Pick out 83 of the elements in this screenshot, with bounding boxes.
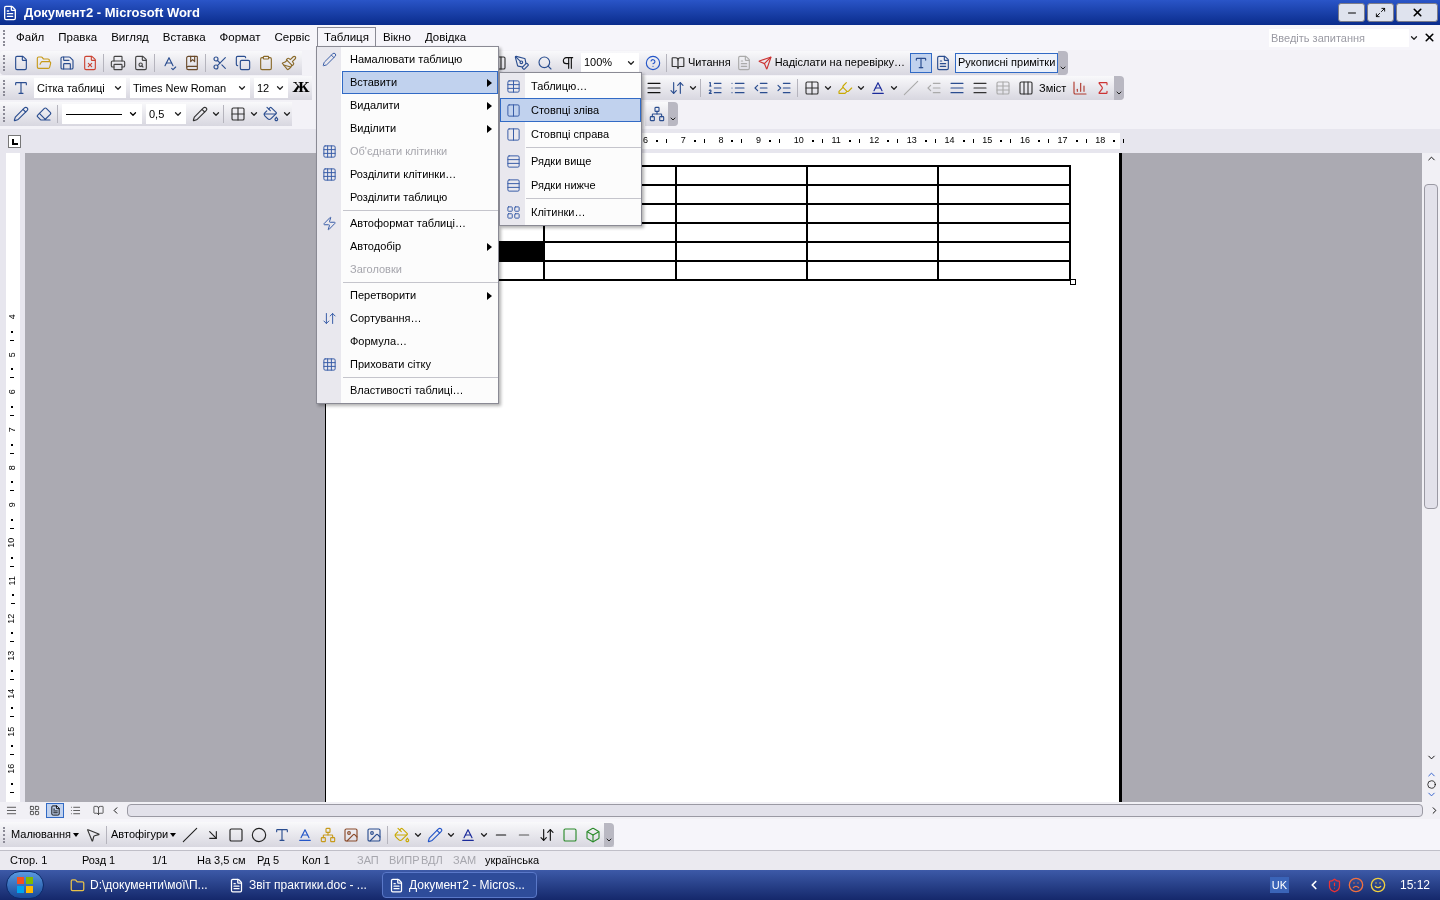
style-combo[interactable]: Сітка таблиці [34, 78, 126, 98]
taskbar-button[interactable]: Документ2 - Micros... [382, 872, 537, 898]
ruler-number: 10 [5, 537, 18, 548]
taskbar-button[interactable]: Звіт практики.doc - ... [223, 872, 378, 898]
ruler-number: 5 [5, 351, 18, 357]
window-title: Документ2 - Microsoft Word [24, 3, 200, 22]
bold-button[interactable]: Ж [290, 78, 312, 98]
status-text: Кол 1 [302, 853, 330, 869]
ruler-number: 13 [906, 134, 917, 148]
ruler-number: 16 [5, 764, 18, 774]
font-size-combo[interactable]: 12 [254, 78, 288, 98]
status-text: На 3,5 см [197, 853, 246, 869]
status-text: ВИПР [389, 853, 420, 869]
menu-item[interactable]: Намалювати таблицю [317, 48, 498, 71]
table-of-contents-button[interactable]: Зміст [1037, 79, 1069, 97]
status-text: ЗАМ [453, 853, 477, 869]
menu-item[interactable]: Клітинки… [500, 198, 641, 224]
ruler-number: 17 [1057, 134, 1068, 148]
ruler-number: 10 [793, 134, 804, 148]
menu-bar-item[interactable]: Вікно [375, 26, 418, 49]
menu-bar-item[interactable]: Файл [9, 26, 52, 49]
ruler-number: 8 [5, 465, 18, 470]
menu-item[interactable]: Рядки вище [500, 147, 641, 173]
ruler-number: 11 [831, 134, 841, 148]
menu-item[interactable]: Рядки нижче [500, 173, 641, 197]
ruler-number: 12 [5, 613, 18, 624]
ruler-number: 4 [5, 314, 18, 320]
taskbar-button[interactable]: D:\документи\мої\П... [64, 872, 219, 898]
line-weight-combo[interactable]: 0,5 [146, 104, 186, 124]
ruler-number: 8 [718, 134, 724, 148]
ruler-number: 14 [944, 134, 955, 148]
menu-item[interactable]: Властивості таблиці… [317, 377, 498, 402]
ruler-number: 7 [680, 134, 686, 148]
menu-bar-item[interactable]: Формат [212, 26, 268, 49]
ruler-number: 9 [756, 134, 762, 148]
menu-item[interactable]: Розділити клітинки… [317, 163, 498, 186]
menu-item[interactable]: Сортування… [317, 307, 498, 330]
status-text: Рд 5 [257, 853, 280, 869]
menu-bar-item[interactable]: Таблиця [316, 26, 376, 49]
language-indicator[interactable]: UK [1269, 876, 1289, 894]
menu-bar-item[interactable]: Вигляд [104, 26, 156, 49]
send-for-review-button[interactable]: Надіслати на перевірку… [755, 54, 907, 71]
menu-item[interactable]: Автоформат таблиці… [317, 210, 498, 235]
ruler-number: 15 [5, 726, 18, 737]
status-text: Стор. 1 [10, 853, 48, 869]
ruler-number: 11 [5, 575, 18, 586]
zoom-combo[interactable]: 100% [581, 52, 639, 73]
status-text: 1/1 [152, 853, 168, 869]
reading-button[interactable]: Читання [669, 54, 733, 71]
ruler-number: 15 [982, 134, 993, 148]
ruler-number: 13 [5, 650, 18, 661]
menu-bar-item[interactable]: Довідка [417, 26, 474, 49]
autoshapes-menu-button[interactable]: Автофігури [109, 826, 179, 843]
ruler-number: 12 [869, 134, 880, 148]
ruler-number: 6 [5, 389, 18, 395]
clock: 15:12 [1399, 877, 1430, 894]
menu-item[interactable]: Розділити таблицю [317, 186, 498, 209]
menu-item[interactable]: Виділити [317, 117, 498, 140]
menu-bar-item[interactable]: Вставка [155, 26, 213, 49]
ruler-number: 6 [643, 134, 648, 148]
menu-item[interactable]: Перетворити [317, 282, 498, 307]
menu-item[interactable]: Формула… [317, 330, 498, 353]
menu-item[interactable]: Приховати сітку [317, 353, 498, 376]
ruler-number: 14 [5, 688, 18, 699]
menu-bar-item[interactable]: Правка [51, 26, 105, 49]
menu-item[interactable]: Автодобір [317, 235, 498, 258]
menu-item[interactable]: Таблицю… [500, 74, 641, 98]
ruler-number: 7 [5, 427, 18, 433]
ruler-number: 18 [1095, 134, 1106, 148]
menu-item[interactable]: Видалити [317, 94, 498, 117]
ruler-number: 16 [1019, 134, 1030, 148]
status-text: ВДЛ [421, 853, 443, 869]
menu-item[interactable]: Стовпці справа [500, 122, 641, 146]
ink-annotations-button[interactable]: Рукописні примітки [955, 52, 1059, 73]
draw-menu-button[interactable]: Малювання [9, 826, 82, 843]
font-combo[interactable]: Times New Roman [130, 78, 250, 98]
status-text: Розд 1 [82, 853, 116, 869]
help-search-field[interactable]: Введіть запитання [1269, 28, 1409, 47]
menu-item[interactable]: Стовпці зліва [500, 98, 641, 122]
ruler-number: 9 [5, 502, 18, 508]
status-text: українська [485, 853, 540, 869]
status-text: ЗАП [357, 853, 379, 869]
menu-bar-item[interactable]: Сервіс [267, 26, 317, 49]
